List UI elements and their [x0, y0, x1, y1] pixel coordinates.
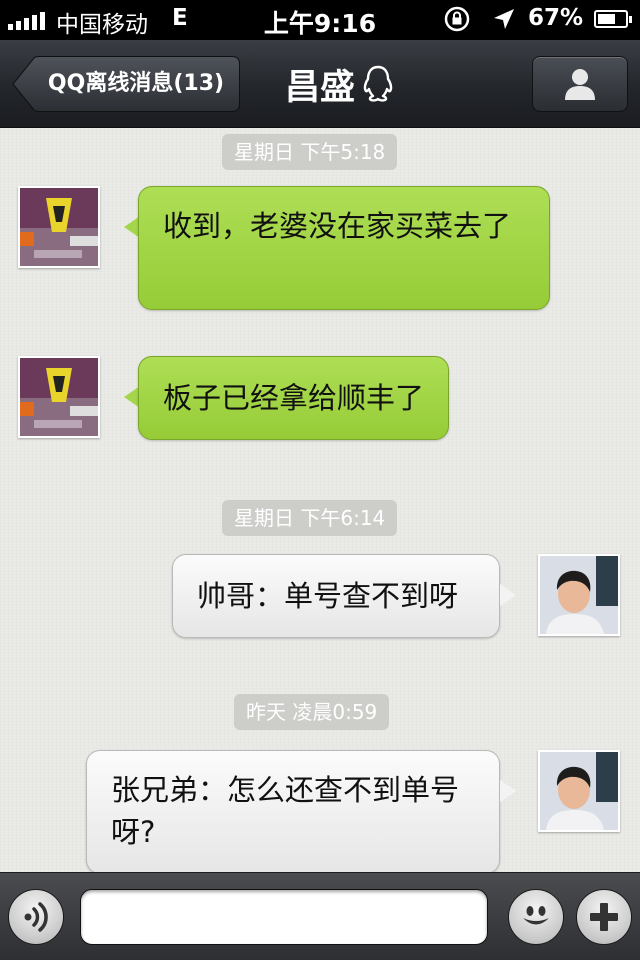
timestamp: 昨天 凌晨0:59: [234, 694, 390, 730]
my-avatar-image: [540, 556, 618, 634]
voice-button[interactable]: [8, 889, 64, 945]
navigation-bar: QQ离线消息(13) 昌盛: [0, 40, 640, 128]
emoji-icon: [523, 906, 549, 925]
profile-button[interactable]: [532, 56, 628, 112]
more-button[interactable]: [576, 889, 632, 945]
bubble-tail: [500, 584, 516, 606]
location-arrow-icon: [494, 9, 514, 29]
person-icon: [565, 69, 595, 100]
plus-icon: [590, 903, 618, 931]
outgoing-message[interactable]: 帅哥：单号查不到呀: [172, 554, 500, 638]
contact-avatar-image: [20, 358, 98, 436]
my-avatar[interactable]: [538, 554, 620, 636]
message-input[interactable]: [80, 889, 488, 945]
voice-icon: [24, 902, 48, 932]
contact-avatar-image: [20, 188, 98, 266]
rotation-lock-icon: [444, 6, 470, 32]
qq-penguin-icon: [363, 65, 393, 102]
input-bar: [0, 872, 640, 960]
timestamp: 星期日 下午6:14: [222, 500, 398, 536]
nav-title-group: 昌盛: [250, 40, 430, 128]
status-bar: 中国移动 E 上午9:16 67%: [0, 0, 640, 40]
outgoing-message[interactable]: 张兄弟：怎么还查不到单号呀?: [86, 750, 500, 872]
battery-icon: [594, 10, 632, 28]
contact-avatar[interactable]: [18, 356, 100, 438]
chat-area[interactable]: 星期日 下午5:18 收到，老婆没在家买菜去了 板子已经拿给顺丰了 星期日 下午…: [0, 128, 640, 872]
my-avatar-image: [540, 752, 618, 830]
emoji-button[interactable]: [508, 889, 564, 945]
battery-percentage: 67%: [528, 5, 584, 31]
bubble-tail: [500, 780, 516, 802]
incoming-message[interactable]: 板子已经拿给顺丰了: [138, 356, 450, 440]
back-button[interactable]: QQ离线消息(13): [12, 56, 240, 112]
chat-title: 昌盛: [284, 67, 355, 108]
timestamp: 星期日 下午5:18: [222, 134, 398, 170]
back-button-label: QQ离线消息(13): [47, 71, 225, 96]
contact-avatar[interactable]: [18, 186, 100, 268]
incoming-message[interactable]: 收到，老婆没在家买菜去了: [138, 186, 550, 310]
my-avatar[interactable]: [538, 750, 620, 832]
